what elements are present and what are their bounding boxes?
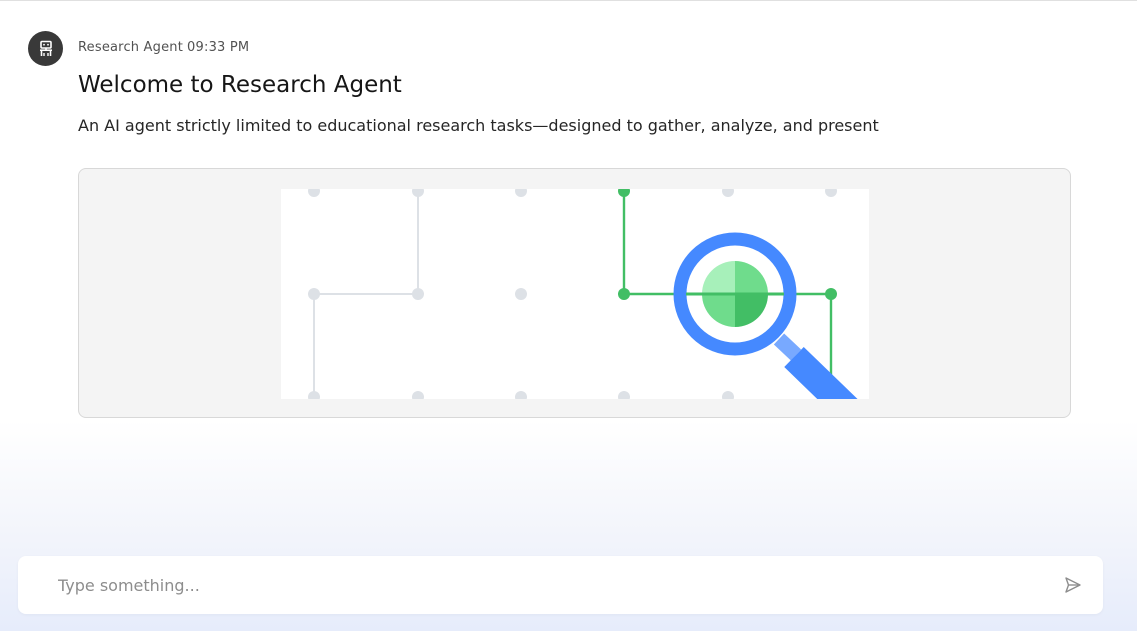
message-composer: [18, 556, 1103, 614]
send-button[interactable]: [1061, 573, 1085, 597]
sender-name: Research Agent: [78, 40, 184, 55]
top-divider: [0, 0, 1137, 1]
message-title: Welcome to Research Agent: [78, 72, 402, 98]
image-card: [78, 168, 1071, 418]
message-description: An AI agent strictly limited to educatio…: [78, 116, 879, 135]
message-time: 09:33 PM: [187, 40, 250, 55]
magnifier-network-illustration: [281, 189, 869, 399]
send-icon: [1065, 577, 1081, 593]
message-input[interactable]: [58, 556, 1038, 614]
robot-icon: [28, 31, 63, 66]
message-meta: Research Agent 09:33 PM: [78, 40, 249, 55]
